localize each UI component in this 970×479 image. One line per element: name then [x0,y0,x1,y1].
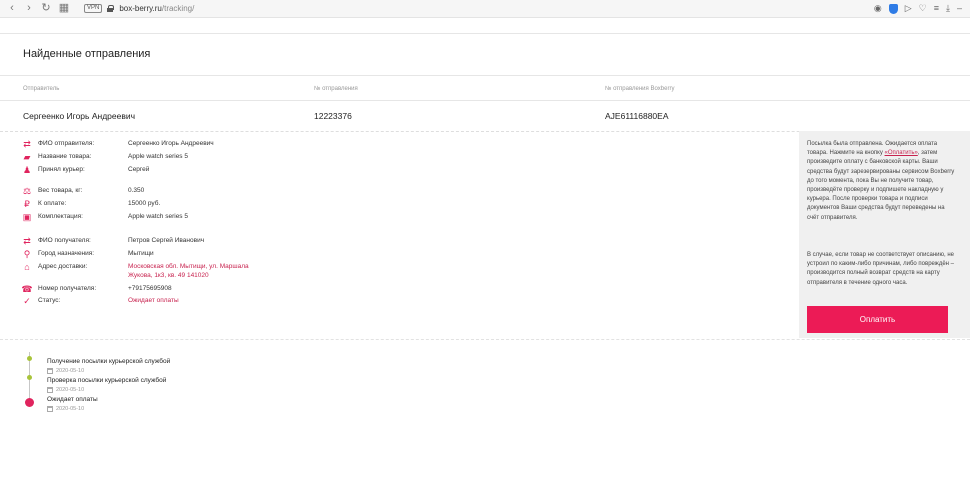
date-text: 2020-05-10 [56,387,85,393]
detail-row: ⌂ Адрес доставки: Московская обл. Мытищи, … [22,262,322,279]
box-icon: ▣ [22,211,32,222]
shipment-number: 12223376 [314,111,352,121]
exchange-icon: ⇄ [23,235,31,246]
detail-label: ФИО отправителя: [38,140,95,147]
detail-row: ⇄ ФИО отправителя: Сергеенко Игорь Андреев… [22,139,322,149]
detail-label: Статус: [38,297,61,304]
vpn-badge[interactable]: VPN [84,4,103,13]
timeline-event-title: Ожидает оплаты [47,396,98,403]
pay-button[interactable]: Оплатить [807,306,948,333]
browser-toolbar: ‹ › ↻ ▦ VPN box-berry.ru/tracking/ ◉ ▷ ♡… [0,0,970,18]
column-header-sender: Отправитель [23,86,60,92]
timeline-dot [27,375,32,380]
detail-row: ₽ К оплате: 15000 руб. [22,199,322,209]
date-text: 2020-05-10 [56,368,85,374]
detail-label: Город назначения: [38,250,95,257]
address-bar[interactable]: VPN box-berry.ru/tracking/ [84,2,194,15]
detail-row: ♟ Принял курьер: Сергей [22,165,322,175]
download-icon[interactable]: ⤓ [946,2,950,15]
detail-row: ⚲ Город назначения: Мытищи [22,249,322,259]
ruble-icon: ₽ [24,198,30,209]
boxberry-number: AJE61116880EA [605,111,669,121]
detail-value: 0.350 [128,187,145,194]
page-title: Найденные отправления [23,48,151,60]
shield-icon[interactable] [888,4,898,14]
check-icon: ✓ [23,295,31,306]
back-button[interactable]: ‹ [6,2,18,15]
detail-value: +79175695908 [128,285,172,292]
refund-info-text: В случае, если товар не соответствует оп… [807,252,954,286]
detail-row: ⇄ ФИО получателя: Петров Сергей Иванович [22,236,322,246]
divider [0,339,970,340]
detail-row: ☎ Номер получателя: +79175695908 [21,283,322,294]
url-host: box-berry.ru [119,4,162,13]
detail-label: Номер получателя: [38,285,97,292]
detail-label: Вес товара, кг: [38,187,83,194]
lock-icon [107,5,115,12]
detail-label: ФИО получателя: [38,237,91,244]
timeline-event-date: 2020-05-10 [47,368,84,374]
detail-row: ⚖ Вес товара, кг: 0.350 [22,186,322,196]
timeline-dot [27,356,32,361]
detail-value: Сергей [128,166,150,173]
camera-icon[interactable]: ◉ [874,2,882,15]
column-header-boxberry-number: № отправления Boxberry [605,86,675,92]
column-header-number: № отправления [314,86,358,92]
detail-value: Петров Сергей Иванович [128,237,205,244]
detail-value: 15000 руб. [128,200,161,207]
weight-icon: ⚖ [22,185,32,196]
tabs-grid-icon[interactable]: ▦ [58,2,70,15]
courier-icon: ♟ [22,164,32,175]
divider [0,33,970,34]
timeline-event-date: 2020-05-10 [47,406,84,412]
reload-button[interactable]: ↻ [40,2,52,15]
payment-info-panel: Посылка была отправлена. Ожидается оплат… [799,131,970,338]
payment-info-text: Посылка была отправлена. Ожидается оплат… [807,140,957,223]
sender-name: Сергеенко Игорь Андреевич [23,111,136,121]
heart-icon[interactable]: ♡ [919,2,927,15]
detail-row: ▰ Название товара: Apple watch series 5 [22,152,322,162]
timeline-dot [25,398,34,407]
date-text: 2020-05-10 [56,406,85,412]
exchange-icon: ⇄ [23,138,31,149]
play-icon[interactable]: ▷ [905,2,912,15]
detail-value: Ожидает оплаты [128,297,179,304]
detail-row: ▣ Комплектация: Apple watch series 5 [22,212,322,222]
detail-value: Apple watch series 5 [128,153,188,160]
browser-extensions: ◉ ▷ ♡ ≡ ⤓ – [874,2,962,15]
url-path: /tracking/ [161,4,195,13]
detail-label: Принял курьер: [38,166,85,173]
detail-label: Адрес доставки: [38,263,88,270]
phone-icon: ☎ [21,283,33,294]
detail-value-line2: Жукова, 1к3, кв. 49 141020 [128,272,209,279]
detail-row: ✓ Статус: Ожидает оплаты [22,296,322,306]
timeline-event-title: Проверка посылки курьерской службой [47,377,167,384]
calendar-icon [47,387,53,393]
detail-label: Название товара: [38,153,92,160]
divider [0,100,970,101]
pay-link[interactable]: «Оплатить» [885,150,918,156]
home-icon: ⌂ [24,262,30,272]
menu-icon[interactable]: ≡ [934,2,939,15]
info-text-part: , затем произведите оплату с банковской … [807,150,955,221]
calendar-icon [47,406,53,412]
timeline-event-title: Получение посылки курьерской службой [47,358,171,365]
location-icon: ⚲ [23,248,31,259]
timeline-event-date: 2020-05-10 [47,387,84,393]
detail-value: Сергеенко Игорь Андреевич [128,140,214,147]
detail-label: К оплате: [38,200,67,207]
detail-value: Apple watch series 5 [128,213,188,220]
calendar-icon [47,368,53,374]
truck-icon: ▰ [23,151,31,162]
divider [0,75,970,76]
minimize-icon[interactable]: – [957,2,962,15]
detail-value: Мытищи [128,250,154,257]
detail-value: Московская обл. Мытищи, ул. Маршала [128,263,249,270]
detail-label: Комплектация: [38,213,83,220]
forward-button[interactable]: › [23,2,35,15]
